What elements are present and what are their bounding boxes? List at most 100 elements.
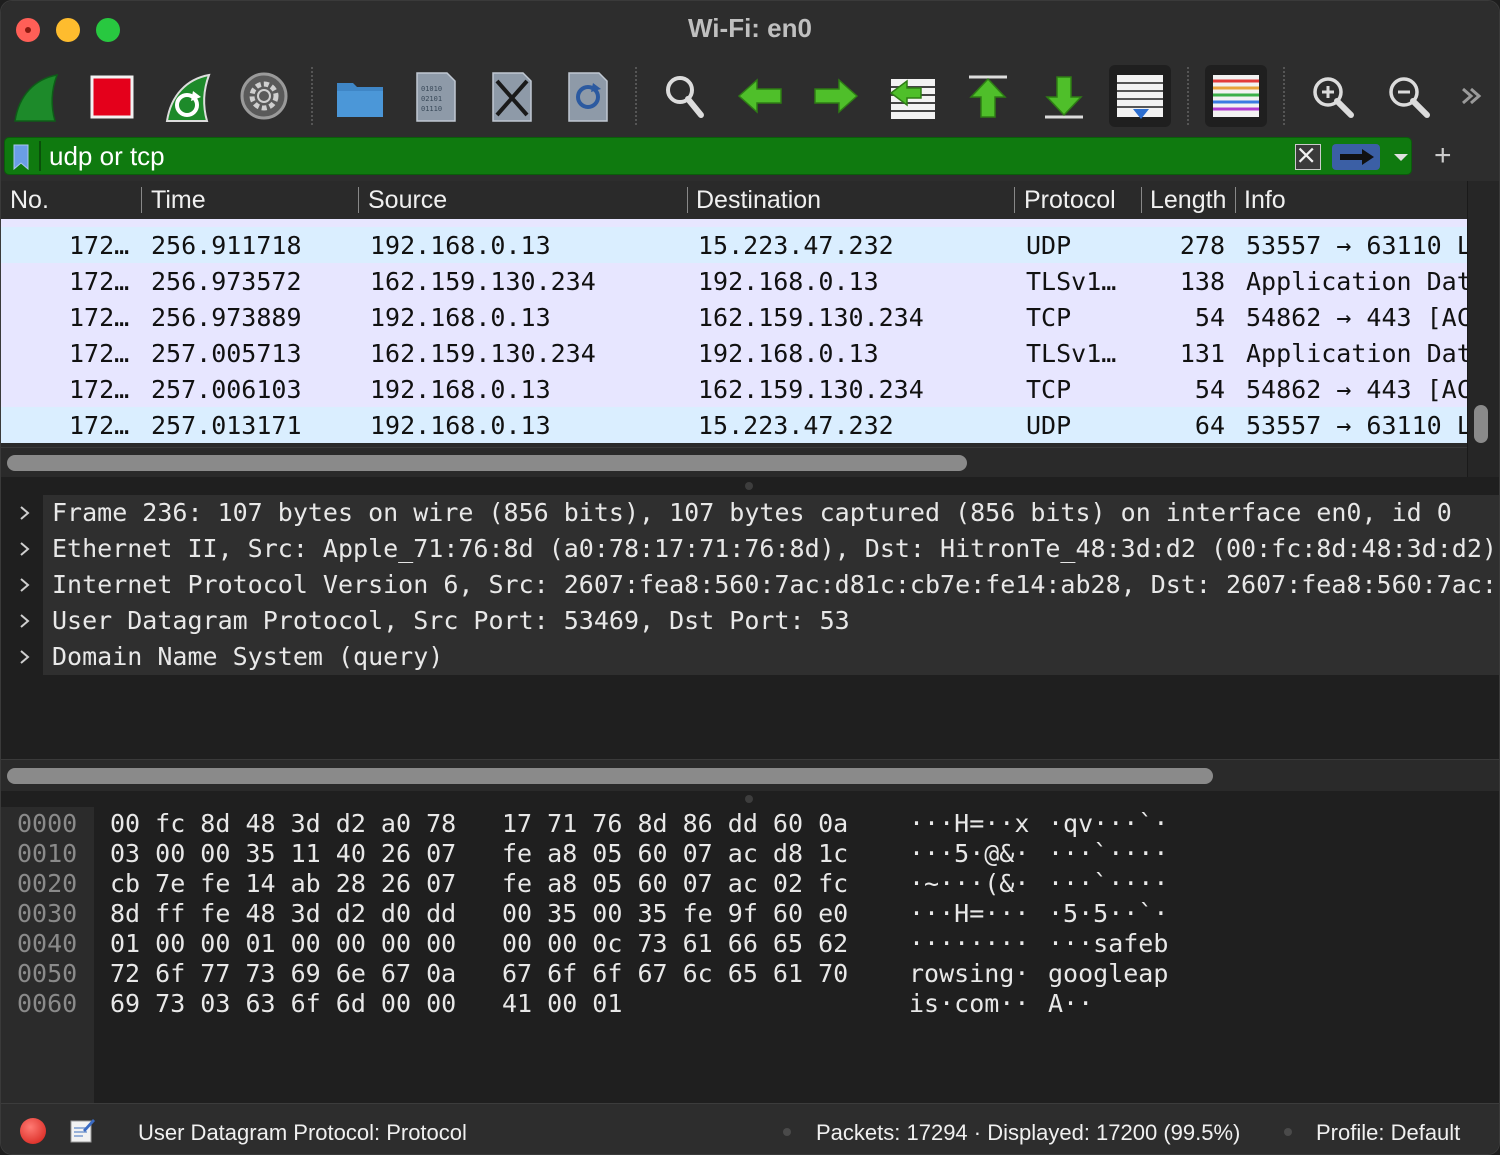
stop-capture-icon[interactable] — [81, 65, 143, 127]
filter-text[interactable]: udp or tcp — [49, 141, 165, 172]
cell-protocol: UDP — [1026, 231, 1072, 260]
column-divider[interactable] — [1014, 187, 1015, 213]
column-header-protocol[interactable]: Protocol — [1024, 186, 1136, 215]
cell-no: 172… — [69, 303, 130, 332]
hex-offset: 0000 — [17, 809, 78, 838]
table-row[interactable]: 172… 257.005713 162.159.130.234 192.168.0.1… — [1, 335, 1467, 371]
column-header-destination[interactable]: Destination — [696, 186, 1006, 215]
more-toolbar-icon[interactable] — [1447, 65, 1495, 127]
hex-bytes: 03 00 00 35 11 40 26 07 — [110, 839, 457, 868]
hex-row[interactable]: 0000 00 fc 8d 48 3d d2 a0 78 17 71 76 8d 8… — [1, 807, 1499, 838]
expert-info-icon[interactable] — [20, 1118, 46, 1144]
detail-tree-item[interactable]: Frame 236: 107 bytes on wire (856 bits),… — [1, 495, 1499, 531]
column-divider[interactable] — [141, 187, 142, 213]
cell-source: 192.168.0.13 — [370, 231, 551, 260]
pane-splitter[interactable] — [1, 791, 1499, 807]
hex-offset: 0060 — [17, 989, 78, 1018]
detail-tree-item[interactable]: Internet Protocol Version 6, Src: 2607:f… — [1, 567, 1499, 603]
detail-tree-item[interactable]: Ethernet II, Src: Apple_71:76:8d (a0:78:… — [1, 531, 1499, 567]
cell-no: 172… — [69, 339, 130, 368]
restart-capture-icon[interactable] — [157, 65, 219, 127]
hex-row[interactable]: 0050 72 6f 77 73 69 6e 67 0a 67 6f 6f 67 6… — [1, 957, 1499, 988]
column-header-length[interactable]: Length — [1150, 186, 1228, 215]
hex-row[interactable]: 0060 69 73 03 63 6f 6d 00 00 41 00 01 is·co… — [1, 987, 1499, 1018]
hex-bytes: 17 71 76 8d 86 dd 60 0a — [502, 809, 849, 838]
capture-comment-icon[interactable] — [69, 1116, 95, 1144]
chevron-right-icon[interactable] — [15, 644, 35, 670]
packet-list-vscroll-thumb[interactable] — [1474, 405, 1488, 443]
column-header-info[interactable]: Info — [1244, 186, 1464, 215]
save-file-icon[interactable]: 01010 02101 01110 — [405, 65, 467, 127]
detail-tree-item[interactable]: User Datagram Protocol, Src Port: 53469,… — [1, 603, 1499, 639]
hex-ascii: A·· — [1048, 989, 1094, 1018]
table-row[interactable] — [1, 219, 1467, 227]
find-packet-icon[interactable] — [653, 65, 715, 127]
hex-bytes: fe a8 05 60 07 ac 02 fc — [502, 869, 849, 898]
column-divider[interactable] — [1235, 187, 1236, 213]
bookmark-icon[interactable] — [13, 144, 29, 170]
cell-destination: 192.168.0.13 — [698, 267, 879, 296]
table-row[interactable]: 172… 257.006103 192.168.0.13 162.159.130.23… — [1, 371, 1467, 407]
cell-protocol: UDP — [1026, 411, 1072, 440]
go-forward-icon[interactable] — [805, 65, 867, 127]
go-back-icon[interactable] — [729, 65, 791, 127]
hex-row[interactable]: 0040 01 00 00 01 00 00 00 00 00 00 0c 73 6… — [1, 927, 1499, 958]
table-row[interactable]: 172… 257.013171 192.168.0.13 15.223.47.232 U… — [1, 407, 1467, 443]
status-field-text: User Datagram Protocol: Protocol — [138, 1120, 467, 1145]
add-filter-button[interactable]: + — [1434, 141, 1452, 171]
reload-file-icon[interactable] — [557, 65, 619, 127]
column-divider[interactable] — [1141, 187, 1142, 213]
go-to-packet-icon[interactable] — [881, 65, 943, 127]
cell-time: 256.911718 — [151, 231, 302, 260]
start-capture-icon[interactable] — [5, 65, 67, 127]
packet-rows: 172… 256.911718 192.168.0.13 15.223.47.232 U… — [1, 219, 1467, 447]
table-row[interactable]: 172… 256.973889 192.168.0.13 162.159.130.23… — [1, 299, 1467, 335]
hex-bytes: 67 6f 6f 67 6c 65 61 70 — [502, 959, 849, 988]
open-file-icon[interactable] — [329, 65, 391, 127]
splitter-handle[interactable] — [745, 482, 753, 490]
column-header-no[interactable]: No. — [10, 186, 135, 215]
close-file-icon[interactable] — [481, 65, 543, 127]
zoom-in-icon[interactable] — [1301, 65, 1363, 127]
detail-tree-label: Internet Protocol Version 6, Src: 2607:f… — [43, 567, 1499, 603]
splitter-handle[interactable] — [745, 795, 753, 803]
svg-text:01010: 01010 — [421, 85, 442, 93]
go-first-packet-icon[interactable] — [957, 65, 1019, 127]
hex-ascii: rowsing· — [909, 959, 1030, 988]
zoom-out-icon[interactable] — [1377, 65, 1439, 127]
toolbar-separator — [1283, 67, 1285, 125]
colorize-icon[interactable] — [1205, 65, 1267, 127]
chevron-right-icon[interactable] — [15, 500, 35, 526]
go-last-packet-icon[interactable] — [1033, 65, 1095, 127]
hex-row[interactable]: 0010 03 00 00 35 11 40 26 07 fe a8 05 60 0… — [1, 837, 1499, 868]
apply-filter-icon[interactable] — [1332, 144, 1380, 170]
packet-list-hscroll-thumb[interactable] — [7, 455, 967, 471]
capture-options-icon[interactable] — [233, 65, 295, 127]
main-toolbar: 01010 02101 01110 — [1, 57, 1499, 135]
cell-time: 257.006103 — [151, 375, 302, 404]
display-filter-input[interactable]: udp or tcp — [4, 137, 1412, 175]
column-header-source[interactable]: Source — [368, 186, 678, 215]
autoscroll-icon[interactable] — [1109, 65, 1171, 127]
hex-row[interactable]: 0020 cb 7e fe 14 ab 28 26 07 fe a8 05 60 0… — [1, 867, 1499, 898]
hex-bytes: fe a8 05 60 07 ac d8 1c — [502, 839, 849, 868]
column-divider[interactable] — [358, 187, 359, 213]
chevron-right-icon[interactable] — [15, 536, 35, 562]
packet-bytes: 0000 00 fc 8d 48 3d d2 a0 78 17 71 76 8d 8… — [1, 807, 1499, 1103]
cell-info: 53557 → 63110 Len=22 — [1246, 411, 1467, 440]
hex-bytes: cb 7e fe 14 ab 28 26 07 — [110, 869, 457, 898]
column-header-time[interactable]: Time — [151, 186, 351, 215]
clear-filter-icon[interactable] — [1295, 144, 1321, 170]
table-row[interactable]: 172… 256.911718 192.168.0.13 15.223.47.232 U… — [1, 227, 1467, 263]
table-row[interactable]: 172… 256.973572 162.159.130.234 192.168.0.1… — [1, 263, 1467, 299]
chevron-right-icon[interactable] — [15, 608, 35, 634]
pane-splitter[interactable] — [1, 477, 1499, 495]
detail-tree-item[interactable]: Domain Name System (query) — [1, 639, 1499, 675]
details-hscroll-thumb[interactable] — [7, 768, 1213, 784]
filter-dropdown-icon[interactable] — [1391, 144, 1411, 170]
status-profile[interactable]: Profile: Default — [1316, 1120, 1460, 1146]
column-divider[interactable] — [687, 187, 688, 213]
hex-row[interactable]: 0030 8d ff fe 48 3d d2 d0 dd 00 35 00 35 f… — [1, 897, 1499, 928]
cell-time: 257.013171 — [151, 411, 302, 440]
chevron-right-icon[interactable] — [15, 572, 35, 598]
